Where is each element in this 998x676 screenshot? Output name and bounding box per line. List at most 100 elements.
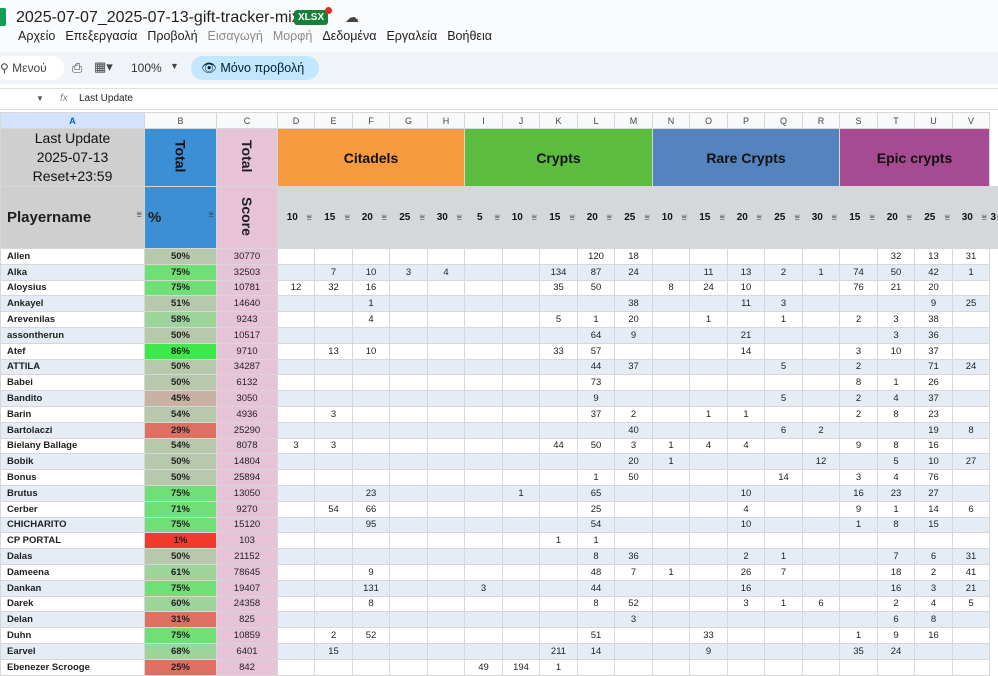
cell[interactable]: 4 xyxy=(728,501,765,517)
cell[interactable] xyxy=(315,533,353,549)
cell[interactable] xyxy=(390,343,428,359)
player-score[interactable]: 842 xyxy=(217,659,278,675)
cell[interactable] xyxy=(353,533,390,549)
cell[interactable]: 49 xyxy=(465,659,503,675)
cell[interactable] xyxy=(953,406,990,422)
cell[interactable] xyxy=(840,327,878,343)
cell[interactable] xyxy=(428,327,465,343)
cell[interactable] xyxy=(465,454,503,470)
cell[interactable] xyxy=(278,501,315,517)
level-header[interactable]: 25⩸ xyxy=(390,187,428,249)
cell[interactable] xyxy=(315,422,353,438)
cell[interactable] xyxy=(615,628,653,644)
player-name[interactable]: Babei xyxy=(1,375,145,391)
cell[interactable]: 37 xyxy=(915,343,953,359)
cell[interactable] xyxy=(803,533,840,549)
cell[interactable] xyxy=(653,612,690,628)
cell[interactable] xyxy=(653,264,690,280)
level-header[interactable]: 5⩸ xyxy=(465,187,503,249)
cell[interactable] xyxy=(390,533,428,549)
cell[interactable]: 26 xyxy=(728,564,765,580)
cell[interactable]: 1 xyxy=(878,501,915,517)
cell[interactable] xyxy=(840,659,878,675)
cell[interactable] xyxy=(653,422,690,438)
column-header-p[interactable]: P xyxy=(728,113,765,129)
cell[interactable] xyxy=(953,612,990,628)
level-header[interactable]: 10⩸ xyxy=(278,187,315,249)
player-score[interactable]: 10859 xyxy=(217,628,278,644)
cell[interactable] xyxy=(315,470,353,486)
cell[interactable] xyxy=(690,343,728,359)
cell[interactable] xyxy=(690,327,728,343)
cell[interactable] xyxy=(728,249,765,265)
cell[interactable] xyxy=(428,612,465,628)
total-percent-header[interactable]: Total xyxy=(145,129,217,187)
cell[interactable] xyxy=(315,580,353,596)
player-name[interactable]: Ankayel xyxy=(1,296,145,312)
cell[interactable]: 32 xyxy=(878,249,915,265)
cell[interactable]: 9 xyxy=(578,391,615,407)
cell[interactable] xyxy=(578,296,615,312)
player-score[interactable]: 34287 xyxy=(217,359,278,375)
player-percent[interactable]: 75% xyxy=(145,264,217,280)
cell[interactable] xyxy=(615,517,653,533)
cell[interactable] xyxy=(653,628,690,644)
cell[interactable]: 7 xyxy=(878,549,915,565)
player-name[interactable]: Darek xyxy=(1,596,145,612)
filter-icon[interactable]: ⩸ xyxy=(382,212,387,223)
cell[interactable]: 5 xyxy=(765,359,803,375)
cell[interactable] xyxy=(390,391,428,407)
cell[interactable] xyxy=(728,359,765,375)
player-percent[interactable]: 75% xyxy=(145,628,217,644)
menu-item[interactable]: Δεδομένα xyxy=(322,29,376,43)
cell[interactable] xyxy=(278,249,315,265)
cell[interactable]: 16 xyxy=(353,280,390,296)
cell[interactable]: 44 xyxy=(578,359,615,375)
cell[interactable]: 4 xyxy=(690,438,728,454)
cell[interactable] xyxy=(840,564,878,580)
cell[interactable]: 3 xyxy=(840,343,878,359)
cell[interactable] xyxy=(803,470,840,486)
cell[interactable]: 6 xyxy=(803,596,840,612)
cell[interactable]: 33 xyxy=(690,628,728,644)
cell[interactable] xyxy=(390,438,428,454)
cell[interactable] xyxy=(503,612,540,628)
cell[interactable] xyxy=(840,422,878,438)
cell[interactable]: 16 xyxy=(915,628,953,644)
level-header[interactable]: 10⩸ xyxy=(503,187,540,249)
cell[interactable] xyxy=(428,533,465,549)
cell[interactable] xyxy=(278,659,315,675)
cell[interactable] xyxy=(803,391,840,407)
cell[interactable] xyxy=(315,549,353,565)
cell[interactable]: 8 xyxy=(653,280,690,296)
cell[interactable]: 1 xyxy=(690,312,728,328)
level-header[interactable]: 20⩸ xyxy=(353,187,390,249)
cell[interactable] xyxy=(353,359,390,375)
column-header-l[interactable]: L xyxy=(578,113,615,129)
cell[interactable] xyxy=(390,375,428,391)
cell[interactable] xyxy=(390,501,428,517)
cell[interactable] xyxy=(765,406,803,422)
level-header[interactable]: 30⩸ xyxy=(953,187,990,249)
cell[interactable] xyxy=(278,580,315,596)
cell[interactable]: 19 xyxy=(915,422,953,438)
cell[interactable] xyxy=(428,628,465,644)
player-score[interactable]: 825 xyxy=(217,612,278,628)
cell[interactable] xyxy=(278,628,315,644)
cell[interactable] xyxy=(690,549,728,565)
player-name[interactable]: Atef xyxy=(1,343,145,359)
cell[interactable] xyxy=(653,549,690,565)
cell[interactable] xyxy=(465,422,503,438)
column-header-c[interactable]: C xyxy=(217,113,278,129)
cell[interactable] xyxy=(690,249,728,265)
column-header-j[interactable]: J xyxy=(503,113,540,129)
cell[interactable] xyxy=(278,359,315,375)
player-percent[interactable]: 50% xyxy=(145,359,217,375)
cell[interactable] xyxy=(765,580,803,596)
cell[interactable] xyxy=(953,343,990,359)
player-percent[interactable]: 45% xyxy=(145,391,217,407)
player-score[interactable]: 30770 xyxy=(217,249,278,265)
cell[interactable] xyxy=(353,391,390,407)
player-name[interactable]: Bobik xyxy=(1,454,145,470)
cell[interactable] xyxy=(878,533,915,549)
